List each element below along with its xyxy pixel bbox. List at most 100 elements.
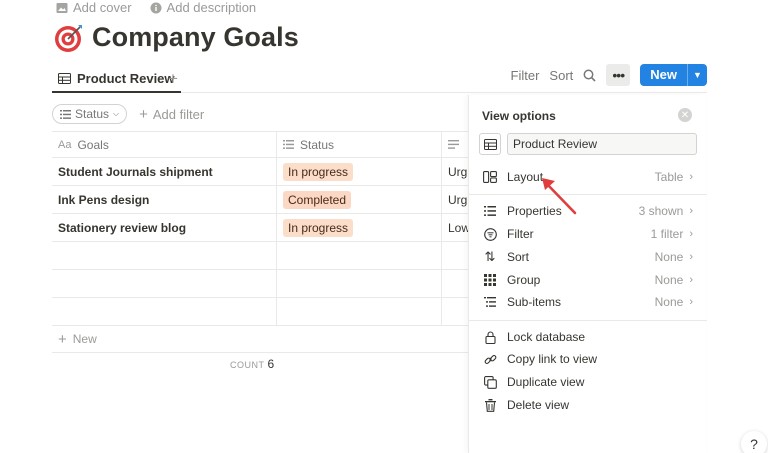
chevron-down-icon[interactable]: ▼ — [687, 64, 707, 86]
priority-cell[interactable]: Low — [442, 214, 468, 241]
new-button[interactable]: New ▼ — [640, 64, 707, 86]
view-options-panel: View options ✕ Layout Table› Properties … — [468, 95, 707, 453]
option-sort[interactable]: ⇅ Sort None › — [469, 246, 707, 268]
plus-icon: + — [139, 105, 148, 123]
sort-arrows-icon: ⇅ — [484, 249, 496, 264]
priority-cell[interactable] — [442, 270, 468, 297]
option-properties[interactable]: Properties 3 shown › — [469, 200, 707, 222]
help-button[interactable]: ? — [741, 431, 767, 453]
table-row[interactable]: Ink Pens design Completed Urg — [52, 186, 468, 214]
priority-cell[interactable] — [442, 242, 468, 269]
action-copy-link[interactable]: Copy link to view — [469, 348, 707, 370]
info-icon — [150, 2, 162, 13]
table-header: Aa Goals Status — [52, 131, 468, 158]
sort-button[interactable]: Sort — [549, 68, 573, 83]
chevron-right-icon: › — [689, 205, 693, 217]
status-cell[interactable]: Completed — [277, 186, 442, 213]
filter-bar: Status ⌵ + Add filter — [52, 104, 204, 124]
action-label: Delete view — [507, 398, 570, 412]
search-icon[interactable] — [583, 69, 596, 82]
goal-cell[interactable]: Stationery review blog — [52, 214, 277, 241]
option-label: Sub-items — [507, 295, 562, 309]
link-icon — [483, 352, 497, 366]
goal-cell[interactable]: Ink Pens design — [52, 186, 277, 213]
action-duplicate-view[interactable]: Duplicate view — [469, 371, 707, 393]
table-icon[interactable] — [479, 133, 501, 155]
option-label: Sort — [507, 250, 530, 264]
divider — [469, 194, 707, 195]
annotation-arrow-icon — [542, 178, 577, 215]
view-toolbar: Filter Sort ••• New ▼ — [511, 64, 707, 86]
priority-cell[interactable]: Urg — [442, 186, 468, 213]
add-cover-button[interactable]: Add cover — [56, 0, 132, 15]
option-group[interactable]: Group None › — [469, 269, 707, 291]
option-label: Filter — [507, 227, 534, 241]
table-row[interactable]: Stationery review blog In progress Low — [52, 214, 468, 242]
action-delete-view[interactable]: Delete view — [469, 394, 707, 416]
new-row-button[interactable]: + New — [52, 326, 468, 353]
goal-cell[interactable] — [52, 298, 277, 325]
tab-product-review[interactable]: Product Review — [52, 66, 181, 93]
group-grid-icon — [483, 273, 497, 287]
plus-icon: + — [58, 330, 67, 348]
chevron-down-icon: ⌵ — [113, 109, 120, 118]
header-goals[interactable]: Aa Goals — [52, 132, 277, 157]
table-row[interactable]: Student Journals shipment In progress Ur… — [52, 158, 468, 186]
option-value: 3 shown — [638, 204, 684, 218]
status-cell[interactable] — [277, 270, 442, 297]
status-badge: In progress — [283, 162, 354, 181]
priority-cell[interactable]: Urg — [442, 158, 468, 185]
add-filter-button[interactable]: + Add filter — [139, 106, 204, 123]
priority-cell[interactable] — [442, 298, 468, 325]
sub-items-icon — [483, 295, 497, 309]
option-label: Group — [507, 273, 541, 287]
image-icon — [56, 2, 68, 13]
option-sub-items[interactable]: Sub-items None › — [469, 291, 707, 313]
add-description-button[interactable]: Add description — [150, 0, 256, 15]
status-cell[interactable]: In progress — [277, 214, 442, 241]
status-badge: Completed — [283, 190, 352, 209]
view-name-input[interactable] — [507, 133, 697, 155]
option-value: None — [654, 295, 684, 309]
action-lock-database[interactable]: Lock database — [469, 326, 707, 348]
action-label: Copy link to view — [507, 352, 598, 366]
close-icon[interactable]: ✕ — [678, 108, 692, 122]
chevron-right-icon: › — [689, 274, 693, 286]
chevron-right-icon: › — [689, 296, 693, 308]
status-cell[interactable] — [277, 242, 442, 269]
table-row-empty[interactable] — [52, 242, 468, 270]
option-value: Table — [654, 170, 684, 184]
header-status[interactable]: Status — [277, 132, 442, 157]
add-view-icon[interactable]: + — [168, 69, 178, 89]
divider — [469, 320, 707, 321]
table-row-empty[interactable] — [52, 270, 468, 298]
status-filter-chip[interactable]: Status ⌵ — [52, 104, 128, 124]
target-icon[interactable] — [54, 23, 84, 53]
text-type-icon: Aa — [58, 138, 72, 151]
view-tabbar: Product Review + Filter Sort ••• New ▼ — [52, 64, 707, 93]
option-filter[interactable]: Filter 1 filter › — [469, 223, 707, 245]
row-count[interactable]: COUNT 6 — [230, 357, 275, 371]
filter-icon — [483, 227, 497, 241]
count-value: 6 — [267, 357, 275, 371]
option-layout[interactable]: Layout Table › — [469, 166, 707, 188]
header-priority[interactable] — [442, 132, 468, 157]
goal-cell[interactable]: Student Journals shipment — [52, 158, 277, 185]
chevron-right-icon: › — [689, 228, 693, 240]
option-value: 1 filter — [650, 227, 684, 241]
action-label: Lock database — [507, 330, 586, 344]
status-cell[interactable]: In progress — [277, 158, 442, 185]
status-cell[interactable] — [277, 298, 442, 325]
add-filter-label: Add filter — [152, 106, 205, 122]
filter-button[interactable]: Filter — [511, 68, 540, 83]
panel-title: View options — [482, 109, 556, 123]
more-options-icon[interactable]: ••• — [606, 64, 631, 86]
page-top-actions: Add cover Add description — [56, 0, 256, 15]
goal-cell[interactable] — [52, 270, 277, 297]
goal-cell[interactable] — [52, 242, 277, 269]
status-chip-label: Status — [75, 107, 110, 121]
new-button-label: New — [650, 67, 677, 82]
page-title[interactable]: Company Goals — [92, 22, 299, 53]
chevron-right-icon: › — [689, 251, 693, 263]
table-row-empty[interactable] — [52, 298, 468, 326]
